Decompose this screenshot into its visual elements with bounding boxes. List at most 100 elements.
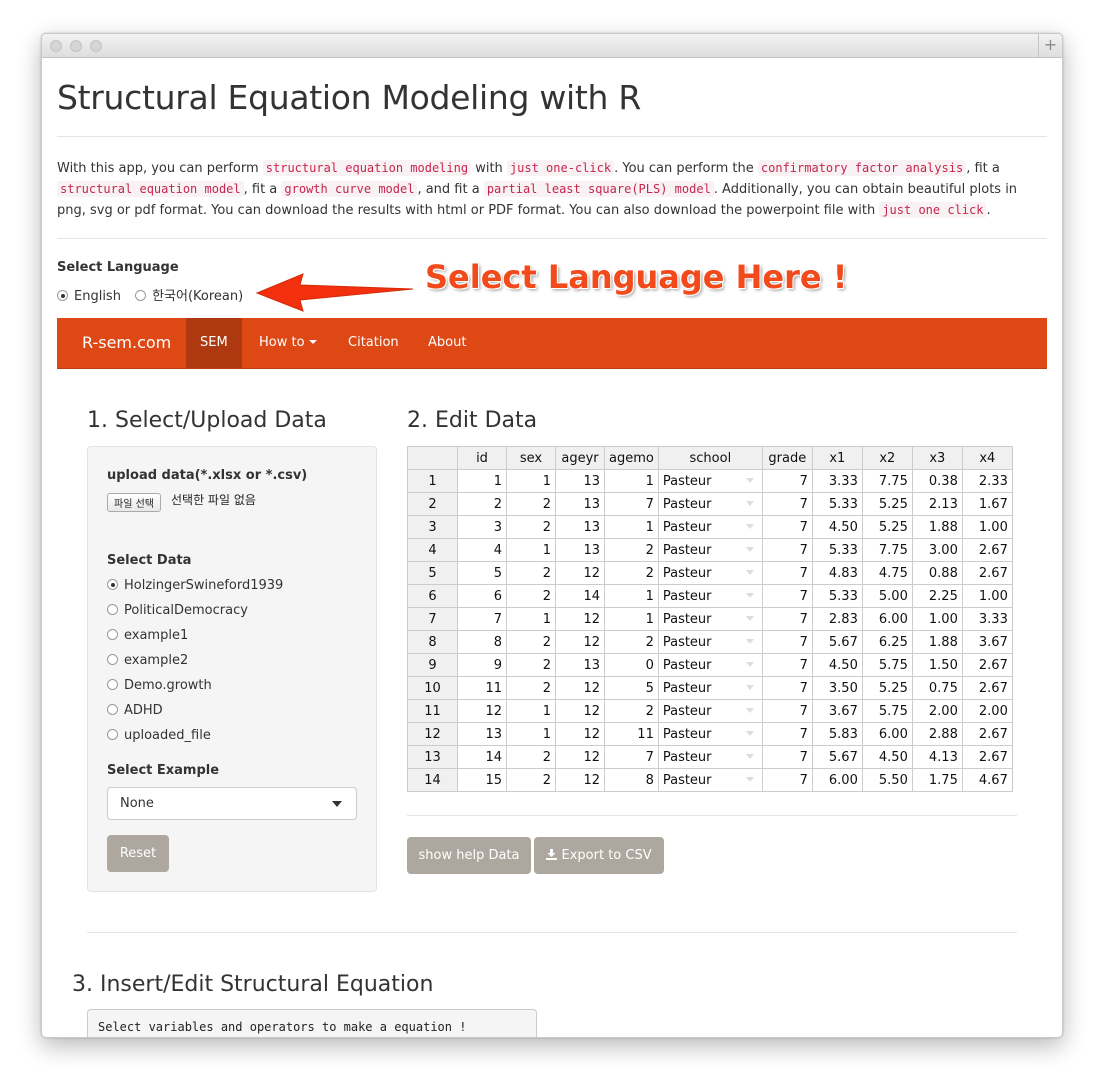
table-cell[interactable]: 1	[506, 722, 556, 746]
table-cell[interactable]: 1	[457, 469, 507, 493]
table-cell[interactable]: 1.00	[961, 515, 1013, 539]
table-cell[interactable]: 2.25	[911, 584, 963, 608]
table-cell[interactable]: 3.50	[811, 676, 863, 700]
table-cell[interactable]: 7	[761, 515, 813, 539]
column-header[interactable]: agemo	[604, 446, 659, 470]
table-cell[interactable]: 1	[604, 584, 659, 608]
table-cell[interactable]: 7	[761, 745, 813, 769]
table-cell[interactable]: 3	[457, 515, 507, 539]
table-cell[interactable]: 4.13	[911, 745, 963, 769]
column-header[interactable]: school	[657, 446, 763, 470]
table-cell[interactable]: 5.83	[811, 722, 863, 746]
table-cell[interactable]: 2	[604, 699, 659, 723]
table-cell[interactable]: 2	[457, 492, 507, 516]
row-header[interactable]: 5	[407, 561, 458, 585]
table-cell[interactable]: 5	[604, 676, 659, 700]
dataset-option[interactable]: example2	[107, 653, 188, 668]
table-cell[interactable]: 2	[506, 745, 556, 769]
table-cell[interactable]: 4.67	[961, 768, 1013, 792]
table-cell[interactable]: 7.75	[861, 469, 913, 493]
table-cell[interactable]: 12	[555, 676, 605, 700]
data-table[interactable]: id sex ageyr agemo school grade x1 x2 x3 x4 1 1 1 13…	[407, 446, 1013, 792]
table-cell[interactable]: 12	[457, 699, 507, 723]
column-header[interactable]: ageyr	[555, 446, 605, 470]
row-header[interactable]: 1	[407, 469, 458, 493]
table-cell[interactable]: 3.33	[811, 469, 863, 493]
table-cell[interactable]: 13	[555, 653, 605, 677]
table-cell[interactable]: 2.00	[961, 699, 1013, 723]
dataset-option[interactable]: Demo.growth	[107, 678, 212, 693]
table-cell[interactable]: 7	[761, 469, 813, 493]
table-cell-dropdown[interactable]: Pasteur	[657, 745, 763, 769]
table-cell[interactable]: 7	[457, 607, 507, 631]
row-header[interactable]: 9	[407, 653, 458, 677]
table-cell[interactable]: 1	[506, 469, 556, 493]
table-cell[interactable]: 1.88	[911, 515, 963, 539]
column-header[interactable]: sex	[506, 446, 556, 470]
table-cell[interactable]: 3.67	[961, 630, 1013, 654]
table-cell[interactable]: 14	[555, 584, 605, 608]
row-header[interactable]: 8	[407, 630, 458, 654]
column-header[interactable]: x4	[961, 446, 1013, 470]
table-cell[interactable]: 2	[506, 561, 556, 585]
nav-item-about[interactable]: About	[414, 318, 480, 368]
table-cell[interactable]: 0.38	[911, 469, 963, 493]
table-cell[interactable]: 5.67	[811, 630, 863, 654]
table-cell[interactable]: 12	[555, 607, 605, 631]
table-cell[interactable]: 2	[604, 561, 659, 585]
row-header[interactable]: 11	[407, 699, 458, 723]
column-header[interactable]: x3	[911, 446, 963, 470]
table-cell[interactable]: 15	[457, 768, 507, 792]
table-cell[interactable]: 7	[761, 538, 813, 562]
row-header[interactable]: 12	[407, 722, 458, 746]
table-cell[interactable]: 3.67	[811, 699, 863, 723]
maximize-window-dot[interactable]	[90, 40, 102, 52]
table-cell[interactable]: 2	[604, 630, 659, 654]
table-cell[interactable]: 2	[506, 492, 556, 516]
table-cell[interactable]: 2	[506, 768, 556, 792]
table-cell[interactable]: 1	[506, 538, 556, 562]
table-cell[interactable]: 2	[604, 538, 659, 562]
table-cell[interactable]: 3.33	[961, 607, 1013, 631]
dataset-option[interactable]: example1	[107, 628, 188, 643]
table-cell[interactable]: 4.50	[861, 745, 913, 769]
table-cell[interactable]: 9	[457, 653, 507, 677]
table-cell[interactable]: 13	[555, 515, 605, 539]
table-cell[interactable]: 1.67	[961, 492, 1013, 516]
row-header[interactable]: 4	[407, 538, 458, 562]
table-cell-dropdown[interactable]: Pasteur	[657, 722, 763, 746]
nav-item-sem[interactable]: SEM	[186, 318, 242, 368]
table-cell[interactable]: 7.75	[861, 538, 913, 562]
table-cell[interactable]: 5.75	[861, 653, 913, 677]
table-cell[interactable]: 7	[761, 699, 813, 723]
table-cell[interactable]: 0.75	[911, 676, 963, 700]
table-cell-dropdown[interactable]: Pasteur	[657, 492, 763, 516]
table-cell[interactable]: 11	[604, 722, 659, 746]
table-cell[interactable]: 8	[604, 768, 659, 792]
table-cell-dropdown[interactable]: Pasteur	[657, 768, 763, 792]
table-cell[interactable]: 7	[761, 630, 813, 654]
table-cell[interactable]: 11	[457, 676, 507, 700]
table-cell[interactable]: 13	[555, 538, 605, 562]
table-cell[interactable]: 2.83	[811, 607, 863, 631]
table-cell[interactable]: 1	[506, 699, 556, 723]
table-cell[interactable]: 1.00	[911, 607, 963, 631]
table-cell[interactable]: 6.25	[861, 630, 913, 654]
table-cell[interactable]: 8	[457, 630, 507, 654]
table-cell[interactable]: 13	[555, 492, 605, 516]
table-cell[interactable]: 12	[555, 745, 605, 769]
table-cell[interactable]: 5.33	[811, 492, 863, 516]
table-cell[interactable]: 1	[506, 607, 556, 631]
column-header[interactable]: x1	[811, 446, 863, 470]
table-cell[interactable]: 4.75	[861, 561, 913, 585]
equation-editor[interactable]: Select variables and operators to make a…	[87, 1009, 537, 1037]
nav-item-how-to[interactable]: How to	[245, 318, 331, 368]
table-cell-dropdown[interactable]: Pasteur	[657, 469, 763, 493]
table-cell-dropdown[interactable]: Pasteur	[657, 538, 763, 562]
table-cell-dropdown[interactable]: Pasteur	[657, 515, 763, 539]
table-cell-dropdown[interactable]: Pasteur	[657, 561, 763, 585]
table-cell[interactable]: 12	[555, 768, 605, 792]
reset-button[interactable]: Reset	[107, 835, 169, 872]
table-cell[interactable]: 5.75	[861, 699, 913, 723]
table-cell-dropdown[interactable]: Pasteur	[657, 699, 763, 723]
